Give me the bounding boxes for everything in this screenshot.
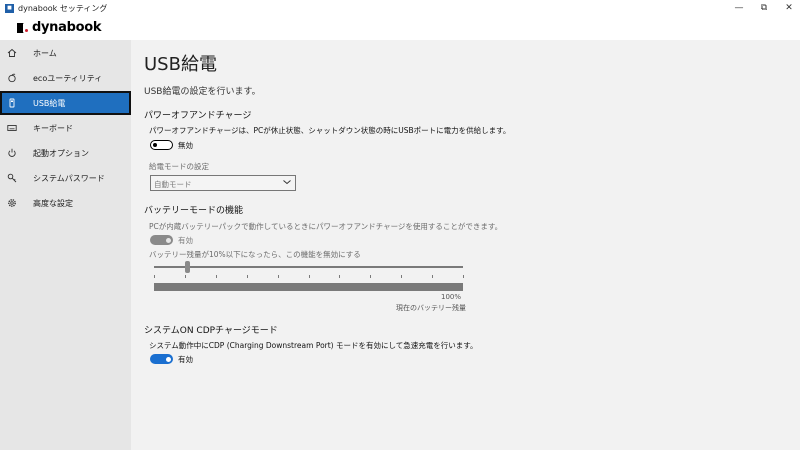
slider-thumb[interactable] — [185, 261, 190, 273]
sidebar-item-advanced[interactable]: 高度な設定 — [0, 191, 131, 215]
slider-tick — [370, 275, 371, 278]
slider-tick — [463, 275, 464, 278]
power-off-charge-toggle-label: 無効 — [178, 141, 193, 150]
gear-icon — [7, 198, 17, 208]
sidebar-item-label: 高度な設定 — [33, 199, 73, 208]
maximize-button[interactable]: ⧉ — [756, 2, 772, 14]
sidebar-item-usb[interactable]: USB給電 — [0, 91, 131, 115]
battery-mode-heading: バッテリーモードの機能 — [144, 206, 244, 216]
cdp-mode-toggle-label: 有効 — [178, 355, 193, 364]
cdp-mode-heading: システムON CDPチャージモード — [144, 326, 278, 336]
battery-threshold-text: バッテリー残量が10%以下になったら、この機能を無効にする — [149, 250, 361, 259]
slider-tick — [247, 275, 248, 278]
supply-mode-select[interactable]: 自動モード — [150, 175, 296, 191]
sidebar-item-label: ホーム — [33, 49, 57, 58]
power-off-charge-heading: パワーオフアンドチャージ — [144, 111, 252, 121]
sidebar-item-label: ecoユーティリティ — [33, 74, 103, 83]
battery-threshold-slider[interactable] — [154, 261, 464, 278]
power-icon — [7, 148, 17, 158]
sidebar-item-eco[interactable]: ecoユーティリティ — [0, 66, 131, 90]
power-off-charge-toggle[interactable] — [150, 140, 173, 150]
page-title: USB給電 — [144, 54, 217, 75]
power-off-charge-description: パワーオフアンドチャージは、PCが休止状態、シャットダウン状態の時にUSBポート… — [149, 126, 511, 135]
supply-mode-value: 自動モード — [154, 180, 192, 189]
battery-mode-toggle[interactable] — [150, 235, 173, 245]
current-battery-label: 現在のバッテリー残量 — [396, 304, 466, 312]
slider-track — [154, 266, 463, 268]
sidebar: ホーム ecoユーティリティ USB給電 キーボード 起動オプション システムパ… — [0, 40, 131, 450]
sidebar-item-label: USB給電 — [33, 99, 66, 108]
key-icon — [7, 173, 17, 183]
keyboard-icon — [7, 123, 17, 133]
slider-tick — [339, 275, 340, 278]
minimize-button[interactable]: — — [731, 2, 747, 14]
title-bar: ■ dynabook セッティング — ⧉ ✕ — [0, 0, 800, 18]
app-icon: ■ — [5, 4, 14, 13]
logo-mark-icon — [17, 22, 29, 33]
window-title: dynabook セッティング — [18, 4, 108, 13]
slider-tick — [278, 275, 279, 278]
sidebar-item-label: 起動オプション — [33, 149, 89, 158]
sidebar-item-home[interactable]: ホーム — [0, 41, 131, 65]
brand-bar: dynabook — [0, 18, 800, 40]
sidebar-item-label: キーボード — [33, 124, 73, 133]
usb-icon — [7, 98, 17, 108]
slider-tick — [309, 275, 310, 278]
cdp-mode-description: システム動作中にCDP (Charging Downstream Port) モ… — [149, 341, 478, 350]
sidebar-item-keyboard[interactable]: キーボード — [0, 116, 131, 140]
home-icon — [7, 48, 17, 58]
battery-mode-description: PCが内蔵バッテリーパックで動作しているときにパワーオフアンドチャージを使用する… — [149, 222, 503, 231]
slider-tick — [216, 275, 217, 278]
brand-name: dynabook — [32, 20, 102, 35]
sidebar-item-system-password[interactable]: システムパスワード — [0, 166, 131, 190]
slider-tick — [185, 275, 186, 278]
cdp-mode-toggle[interactable] — [150, 354, 173, 364]
sidebar-item-label: システムパスワード — [33, 174, 105, 183]
current-battery-bar — [154, 283, 463, 291]
battery-mode-toggle-label: 有効 — [178, 236, 193, 245]
sidebar-item-boot-options[interactable]: 起動オプション — [0, 141, 131, 165]
supply-mode-label: 給電モードの設定 — [149, 162, 209, 171]
current-battery-percent: 100% — [441, 293, 462, 301]
slider-tick — [432, 275, 433, 278]
slider-tick — [154, 275, 155, 278]
dynabook-logo: dynabook — [17, 20, 102, 35]
main-content: USB給電 USB給電の設定を行います。 パワーオフアンドチャージ パワーオフア… — [131, 40, 800, 450]
close-button[interactable]: ✕ — [781, 2, 797, 14]
page-subtitle: USB給電の設定を行います。 — [144, 87, 261, 97]
chevron-down-icon — [283, 178, 291, 186]
eco-icon — [7, 73, 17, 83]
slider-tick — [401, 275, 402, 278]
